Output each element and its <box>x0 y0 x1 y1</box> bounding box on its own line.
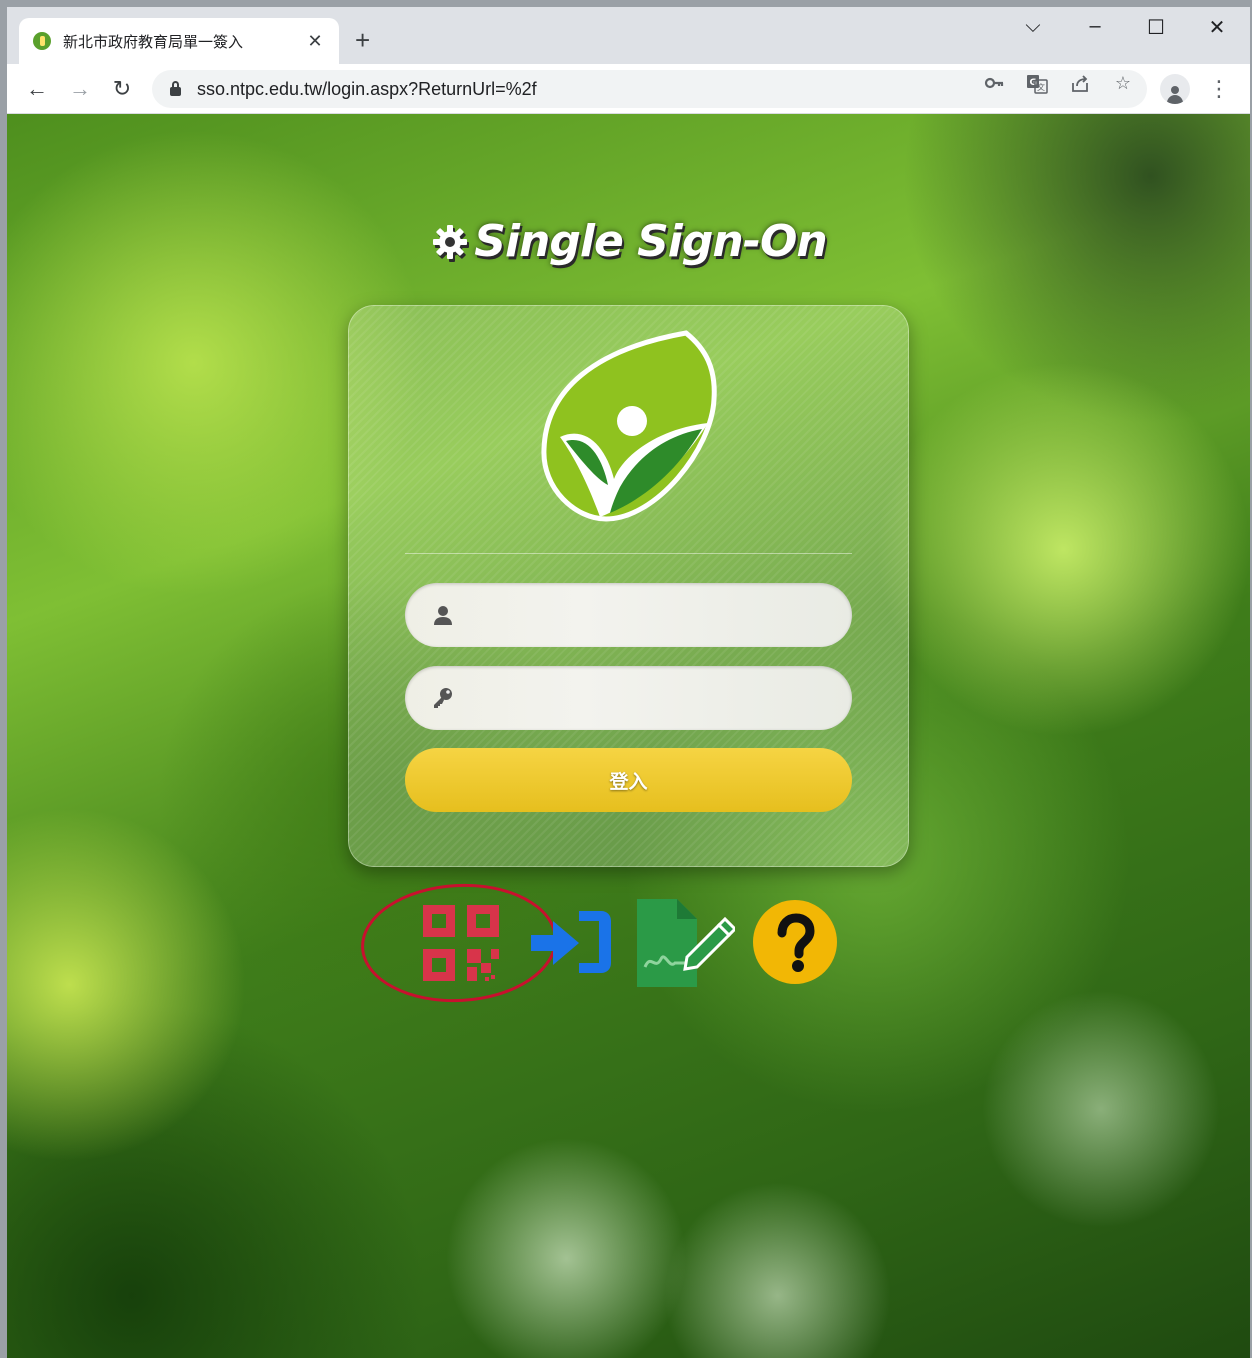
signature-edit-icon[interactable] <box>635 897 738 987</box>
close-icon[interactable]: ✕ <box>305 31 325 52</box>
sign-in-icon[interactable] <box>529 897 619 987</box>
browser-window: 新北市政府教育局單一簽入 ✕ + ⌵ – ☐ ✕ ← → ↻ sso.ntpc.… <box>7 7 1250 1358</box>
question-circle-icon[interactable] <box>752 897 842 987</box>
arrow-left-icon[interactable]: ← <box>22 74 52 104</box>
tab-strip: 新北市政府教育局單一簽入 ✕ + ⌵ – ☐ ✕ <box>7 7 1250 64</box>
more-vert-icon[interactable]: ⋮ <box>1207 74 1231 104</box>
star-icon[interactable]: ☆ <box>1111 73 1135 94</box>
title-text: Single Sign-On <box>474 216 827 267</box>
tab-title: 新北市政府教育局單一簽入 <box>63 33 244 51</box>
login-button[interactable]: 登入 <box>405 748 852 812</box>
quick-links <box>7 897 1250 997</box>
maximize-icon[interactable]: ☐ <box>1136 15 1176 40</box>
lock-icon[interactable] <box>170 81 181 96</box>
login-card: 登入 <box>348 305 909 867</box>
user-icon <box>431 603 455 627</box>
reload-icon[interactable]: ↻ <box>107 74 137 104</box>
plus-icon[interactable]: + <box>355 25 370 55</box>
url-text[interactable]: sso.ntpc.edu.tw/login.aspx?ReturnUrl=%2f <box>197 79 537 100</box>
qrcode-icon[interactable] <box>417 897 507 987</box>
share-icon[interactable] <box>1068 73 1092 100</box>
svg-text:文: 文 <box>1037 82 1045 92</box>
password-field[interactable] <box>405 666 852 730</box>
page-title: Single Sign-On <box>7 216 1250 267</box>
username-input[interactable] <box>469 595 852 635</box>
translate-icon[interactable]: G文 <box>1025 73 1049 100</box>
chevron-down-icon[interactable]: ⌵ <box>1013 15 1053 38</box>
browser-tab[interactable]: 新北市政府教育局單一簽入 ✕ <box>19 18 339 64</box>
username-field[interactable] <box>405 583 852 647</box>
favicon-icon <box>33 32 51 50</box>
gear-icon <box>430 216 470 267</box>
close-window-icon[interactable]: ✕ <box>1197 15 1237 40</box>
profile-icon[interactable] <box>1160 74 1190 104</box>
logo-leaf-icon <box>541 330 717 522</box>
card-divider <box>405 553 852 554</box>
minimize-icon[interactable]: – <box>1075 15 1115 38</box>
password-input[interactable] <box>469 678 852 718</box>
key-icon <box>431 686 455 710</box>
page-viewport: Single Sign-On 登入 <box>7 114 1250 1358</box>
arrow-right-icon[interactable]: → <box>65 74 95 104</box>
browser-toolbar: ← → ↻ sso.ntpc.edu.tw/login.aspx?ReturnU… <box>7 64 1250 114</box>
key-icon[interactable] <box>982 73 1006 98</box>
